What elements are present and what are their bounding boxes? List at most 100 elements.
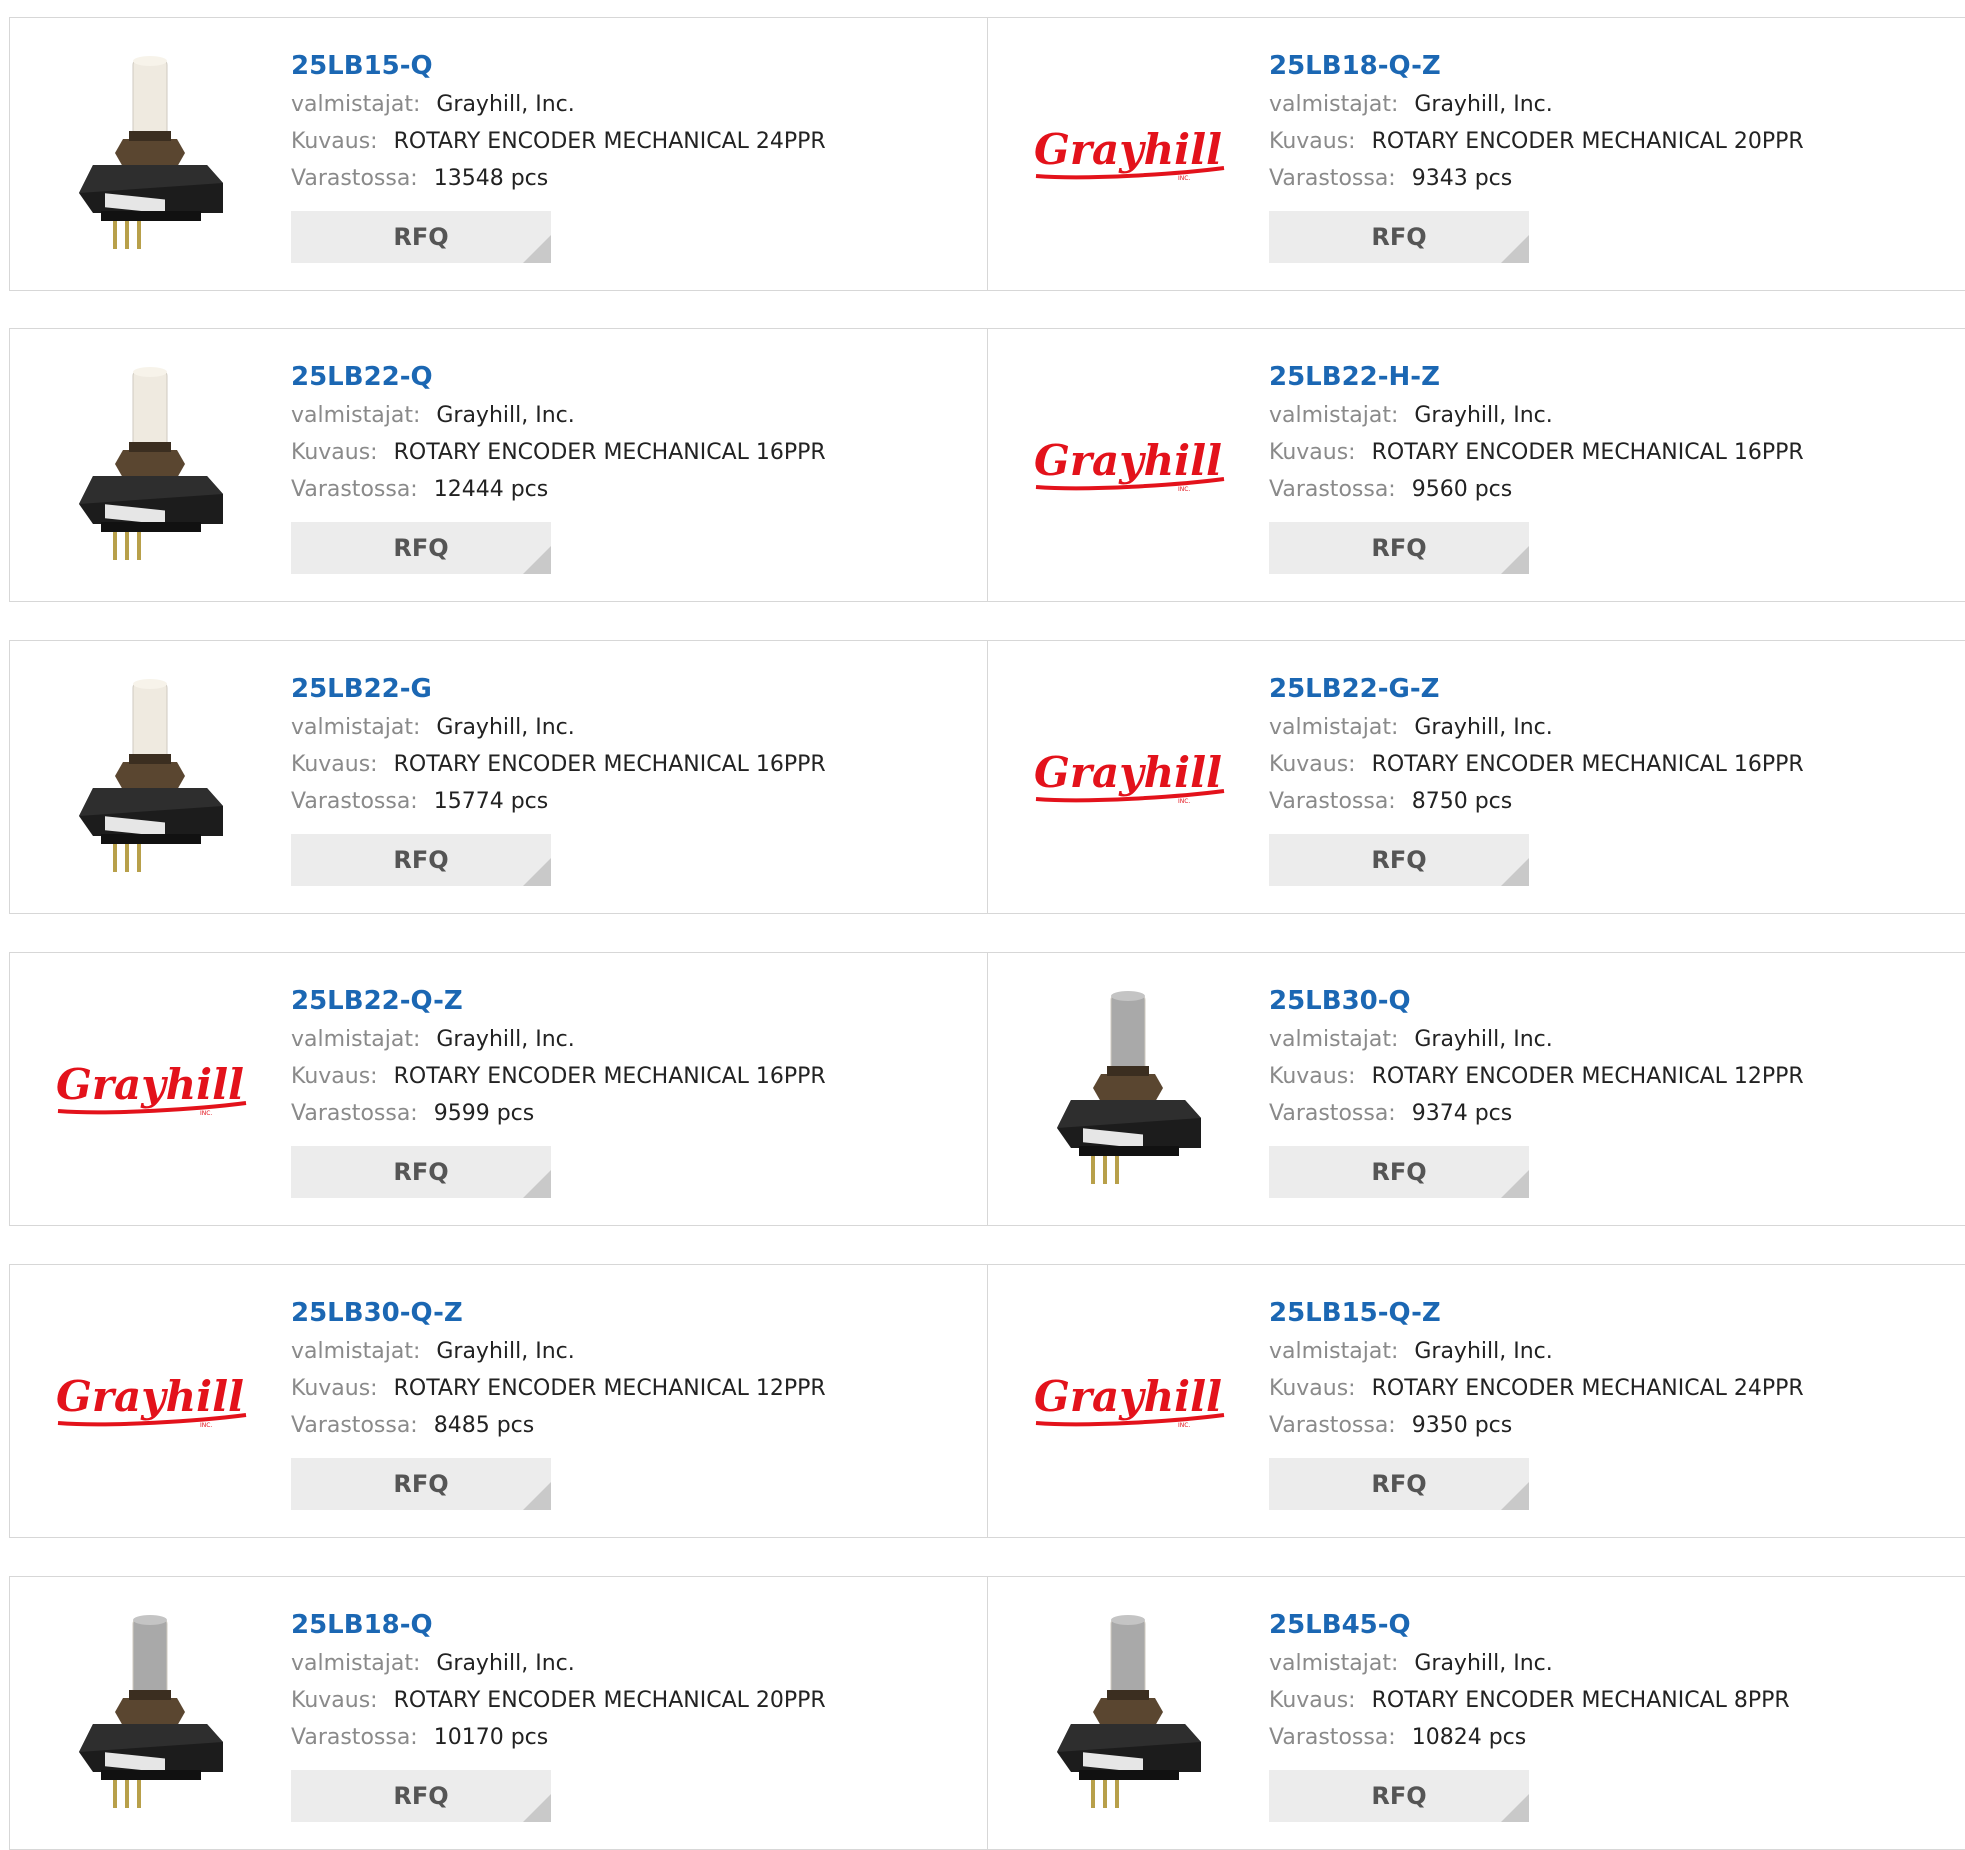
grayhill-logo-image[interactable]: Grayhill INC.: [1028, 118, 1228, 188]
rfq-button-label: RFQ: [1371, 1158, 1427, 1186]
part-number-link[interactable]: 25LB22-Q: [291, 357, 826, 397]
encoder-product-image[interactable]: [65, 676, 235, 876]
stock-line: Varastossa: 10170 pcs: [291, 1719, 826, 1756]
stock-value: 9374 pcs: [1411, 1101, 1513, 1126]
stock-label: Varastossa:: [291, 166, 418, 191]
description-label: Kuvaus:: [291, 1376, 378, 1401]
svg-text:Grayhill: Grayhill: [56, 1372, 244, 1421]
part-number-link[interactable]: 25LB30-Q: [1269, 981, 1804, 1021]
part-number-link[interactable]: 25LB18-Q-Z: [1269, 46, 1804, 86]
grayhill-logo-image[interactable]: Grayhill INC.: [1028, 741, 1228, 811]
description-label: Kuvaus:: [291, 1688, 378, 1713]
rfq-button[interactable]: RFQ: [1269, 1770, 1529, 1822]
rfq-button-label: RFQ: [393, 1158, 449, 1186]
grayhill-logo-image[interactable]: Grayhill INC.: [1028, 429, 1228, 499]
grayhill-logo-image[interactable]: Grayhill INC.: [50, 1365, 250, 1435]
encoder-product-image[interactable]: [65, 53, 235, 253]
product-thumbnail[interactable]: [1028, 1607, 1228, 1817]
product-info: 25LB22-H-Z valmistajat: Grayhill, Inc. Ku…: [1269, 357, 1804, 574]
rfq-button[interactable]: RFQ: [291, 834, 551, 886]
manufacturer-line: valmistajat: Grayhill, Inc.: [1269, 1645, 1790, 1682]
svg-text:INC.: INC.: [200, 1422, 212, 1429]
encoder-product-image[interactable]: [1043, 1612, 1213, 1812]
part-number-link[interactable]: 25LB15-Q-Z: [1269, 1293, 1804, 1333]
corner-triangle-icon: [1501, 1794, 1529, 1822]
stock-value: 10824 pcs: [1411, 1725, 1527, 1750]
manufacturer-line: valmistajat: Grayhill, Inc.: [1269, 1333, 1804, 1370]
rfq-button[interactable]: RFQ: [291, 1770, 551, 1822]
svg-text:INC.: INC.: [1178, 486, 1190, 493]
manufacturer-label: valmistajat:: [1269, 1651, 1399, 1676]
product-thumbnail[interactable]: Grayhill INC.: [1028, 1295, 1228, 1505]
part-number-link[interactable]: 25LB15-Q: [291, 46, 826, 86]
stock-line: Varastossa: 12444 pcs: [291, 471, 826, 508]
stock-value: 9343 pcs: [1411, 166, 1513, 191]
part-number-link[interactable]: 25LB22-G: [291, 669, 826, 709]
manufacturer-line: valmistajat: Grayhill, Inc.: [1269, 86, 1804, 123]
product-thumbnail[interactable]: Grayhill INC.: [1028, 48, 1228, 258]
product-thumbnail[interactable]: [50, 359, 250, 569]
part-number-link[interactable]: 25LB22-G-Z: [1269, 669, 1804, 709]
part-number-link[interactable]: 25LB45-Q: [1269, 1605, 1790, 1645]
product-thumbnail[interactable]: [50, 671, 250, 881]
part-number-link[interactable]: 25LB22-H-Z: [1269, 357, 1804, 397]
rfq-button[interactable]: RFQ: [1269, 522, 1529, 574]
svg-text:Grayhill: Grayhill: [1034, 436, 1222, 485]
product-info: 25LB18-Q-Z valmistajat: Grayhill, Inc. Ku…: [1269, 46, 1804, 263]
rfq-button[interactable]: RFQ: [291, 522, 551, 574]
manufacturer-line: valmistajat: Grayhill, Inc.: [291, 86, 826, 123]
stock-value: 9350 pcs: [1411, 1413, 1513, 1438]
grayhill-logo-image[interactable]: Grayhill INC.: [50, 1053, 250, 1123]
product-thumbnail[interactable]: [50, 48, 250, 258]
part-number-link[interactable]: 25LB18-Q: [291, 1605, 826, 1645]
svg-text:INC.: INC.: [200, 1110, 212, 1117]
product-thumbnail[interactable]: [50, 1607, 250, 1817]
rfq-button[interactable]: RFQ: [291, 1458, 551, 1510]
product-card: 25LB15-Q valmistajat: Grayhill, Inc. Kuva…: [9, 18, 987, 290]
encoder-product-image[interactable]: [65, 1612, 235, 1812]
product-thumbnail[interactable]: Grayhill INC.: [1028, 671, 1228, 881]
part-number-link[interactable]: 25LB30-Q-Z: [291, 1293, 826, 1333]
rfq-button-label: RFQ: [393, 223, 449, 251]
manufacturer-value: Grayhill, Inc.: [1414, 715, 1553, 740]
stock-label: Varastossa:: [291, 1725, 418, 1750]
stock-label: Varastossa:: [291, 1413, 418, 1438]
manufacturer-label: valmistajat:: [291, 1027, 421, 1052]
rfq-button[interactable]: RFQ: [291, 211, 551, 263]
product-thumbnail[interactable]: Grayhill INC.: [1028, 359, 1228, 569]
manufacturer-value: Grayhill, Inc.: [1414, 403, 1553, 428]
rfq-button[interactable]: RFQ: [1269, 1458, 1529, 1510]
encoder-product-image[interactable]: [1043, 988, 1213, 1188]
corner-triangle-icon: [523, 235, 551, 263]
stock-value: 9599 pcs: [433, 1101, 535, 1126]
manufacturer-label: valmistajat:: [291, 403, 421, 428]
manufacturer-line: valmistajat: Grayhill, Inc.: [1269, 1021, 1804, 1058]
stock-line: Varastossa: 9599 pcs: [291, 1095, 826, 1132]
product-thumbnail[interactable]: Grayhill INC.: [50, 983, 250, 1193]
rfq-button-label: RFQ: [393, 534, 449, 562]
rfq-button-label: RFQ: [1371, 846, 1427, 874]
stock-line: Varastossa: 9350 pcs: [1269, 1407, 1804, 1444]
product-info: 25LB30-Q-Z valmistajat: Grayhill, Inc. Ku…: [291, 1293, 826, 1510]
stock-line: Varastossa: 8750 pcs: [1269, 783, 1804, 820]
stock-value: 12444 pcs: [433, 477, 549, 502]
manufacturer-line: valmistajat: Grayhill, Inc.: [291, 1021, 826, 1058]
product-thumbnail[interactable]: [1028, 983, 1228, 1193]
product-card: Grayhill INC. 25LB15-Q-Z valmistajat: Gra…: [987, 1265, 1965, 1537]
svg-text:Grayhill: Grayhill: [1034, 748, 1222, 797]
rfq-button[interactable]: RFQ: [291, 1146, 551, 1198]
manufacturer-label: valmistajat:: [291, 1339, 421, 1364]
product-thumbnail[interactable]: Grayhill INC.: [50, 1295, 250, 1505]
description-line: Kuvaus: ROTARY ENCODER MECHANICAL 24PPR: [291, 123, 826, 160]
rfq-button[interactable]: RFQ: [1269, 1146, 1529, 1198]
encoder-product-image[interactable]: [65, 364, 235, 564]
manufacturer-label: valmistajat:: [1269, 1339, 1399, 1364]
stock-label: Varastossa:: [1269, 789, 1396, 814]
rfq-button[interactable]: RFQ: [1269, 211, 1529, 263]
description-value: ROTARY ENCODER MECHANICAL 24PPR: [393, 129, 826, 154]
part-number-link[interactable]: 25LB22-Q-Z: [291, 981, 826, 1021]
grayhill-logo-image[interactable]: Grayhill INC.: [1028, 1365, 1228, 1435]
description-value: ROTARY ENCODER MECHANICAL 12PPR: [393, 1376, 826, 1401]
rfq-button[interactable]: RFQ: [1269, 834, 1529, 886]
stock-line: Varastossa: 9560 pcs: [1269, 471, 1804, 508]
